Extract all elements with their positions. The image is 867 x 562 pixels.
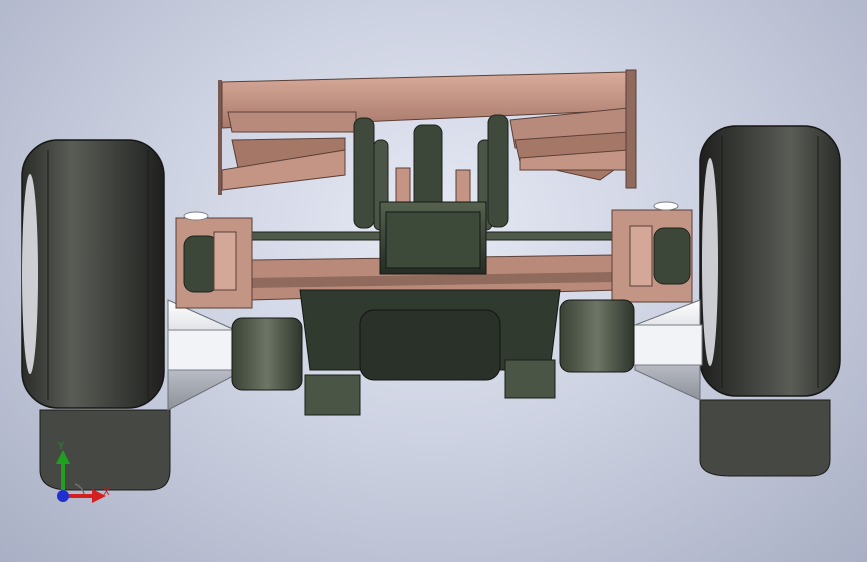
right-hub[interactable] xyxy=(631,299,703,401)
right-drive-cup[interactable] xyxy=(559,299,635,373)
rear-right-tire[interactable] xyxy=(699,125,841,477)
left-upright[interactable] xyxy=(175,211,253,309)
y-axis-label: Y xyxy=(58,441,65,452)
left-hub[interactable] xyxy=(167,299,239,411)
left-drive-cup[interactable] xyxy=(231,317,303,391)
graphics-viewport[interactable]: Y X xyxy=(0,0,867,562)
x-axis-label: X xyxy=(103,487,110,498)
car-model[interactable] xyxy=(0,0,867,562)
right-upright[interactable] xyxy=(611,201,693,303)
